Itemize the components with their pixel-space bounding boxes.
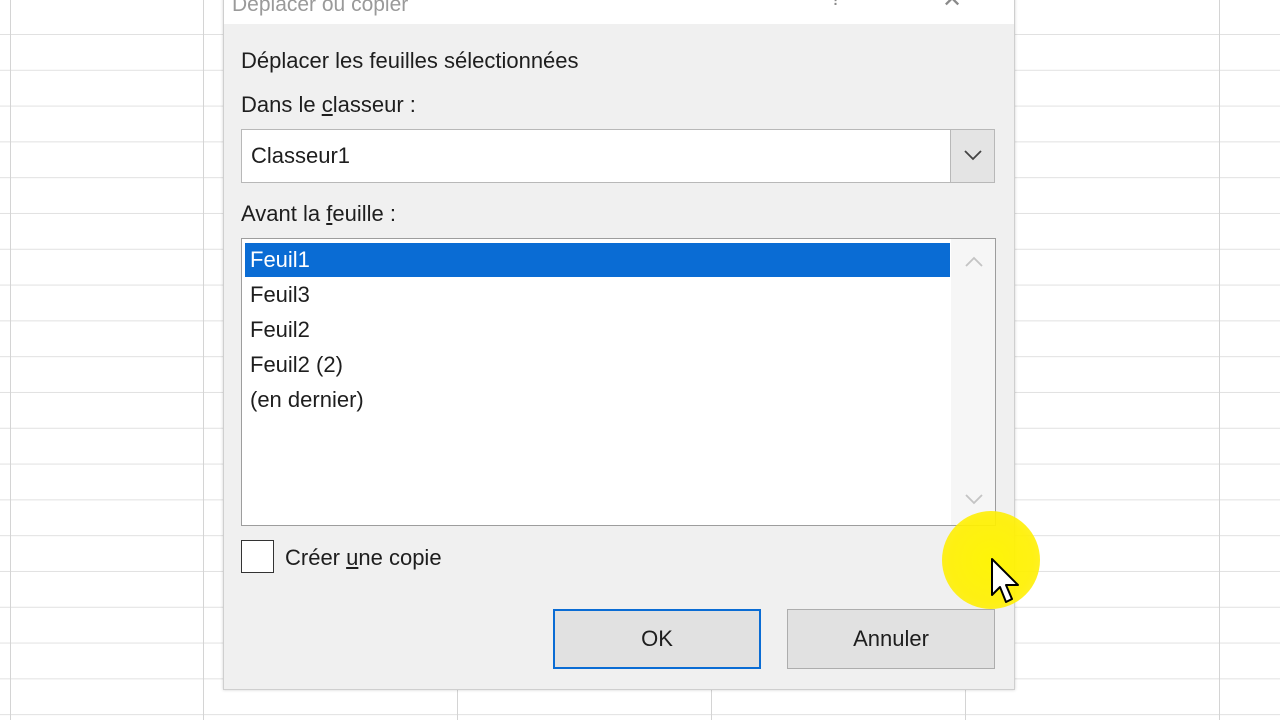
close-icon[interactable]: ✕ (942, 0, 962, 14)
help-icon[interactable]: ? (830, 0, 842, 11)
list-item-en-dernier[interactable]: (en dernier) (245, 383, 950, 417)
workbook-select-value: Classeur1 (251, 143, 351, 168)
column-gridline (10, 0, 11, 720)
list-item-feuil2-2[interactable]: Feuil2 (2) (245, 348, 950, 382)
list-item-feuil2[interactable]: Feuil2 (245, 313, 950, 347)
cancel-button[interactable]: Annuler (787, 609, 995, 669)
dialog-title-bar[interactable]: Déplacer ou copier ? ✕ (224, 0, 1014, 24)
ok-button[interactable]: OK (553, 609, 761, 669)
create-copy-label[interactable]: Créer une copie (285, 545, 442, 571)
list-scrollbar[interactable] (951, 239, 995, 525)
column-gridline (1219, 0, 1220, 720)
dialog-title: Déplacer ou copier (232, 0, 409, 16)
before-sheet-label: Avant la feuille : (241, 201, 396, 226)
mouse-pointer-icon (991, 558, 1019, 603)
chevron-down-icon[interactable] (964, 492, 984, 506)
column-gridline (203, 0, 204, 720)
workbook-label: Dans le classeur : (241, 92, 416, 117)
before-sheet-list[interactable]: Feuil1 Feuil3 Feuil2 Feuil2 (2) (en dern… (241, 238, 996, 526)
chevron-down-icon (964, 150, 982, 161)
move-copy-dialog: Déplacer ou copier ? ✕ Déplacer les feui… (223, 0, 1015, 690)
dialog-heading: Déplacer les feuilles sélectionnées (241, 48, 579, 73)
chevron-up-icon[interactable] (964, 255, 984, 269)
list-item-feuil1[interactable]: Feuil1 (245, 243, 950, 277)
workbook-select[interactable]: Classeur1 (241, 129, 995, 183)
workbook-dropdown-button[interactable] (950, 130, 994, 182)
create-copy-checkbox[interactable] (241, 540, 274, 573)
list-item-feuil3[interactable]: Feuil3 (245, 278, 950, 312)
